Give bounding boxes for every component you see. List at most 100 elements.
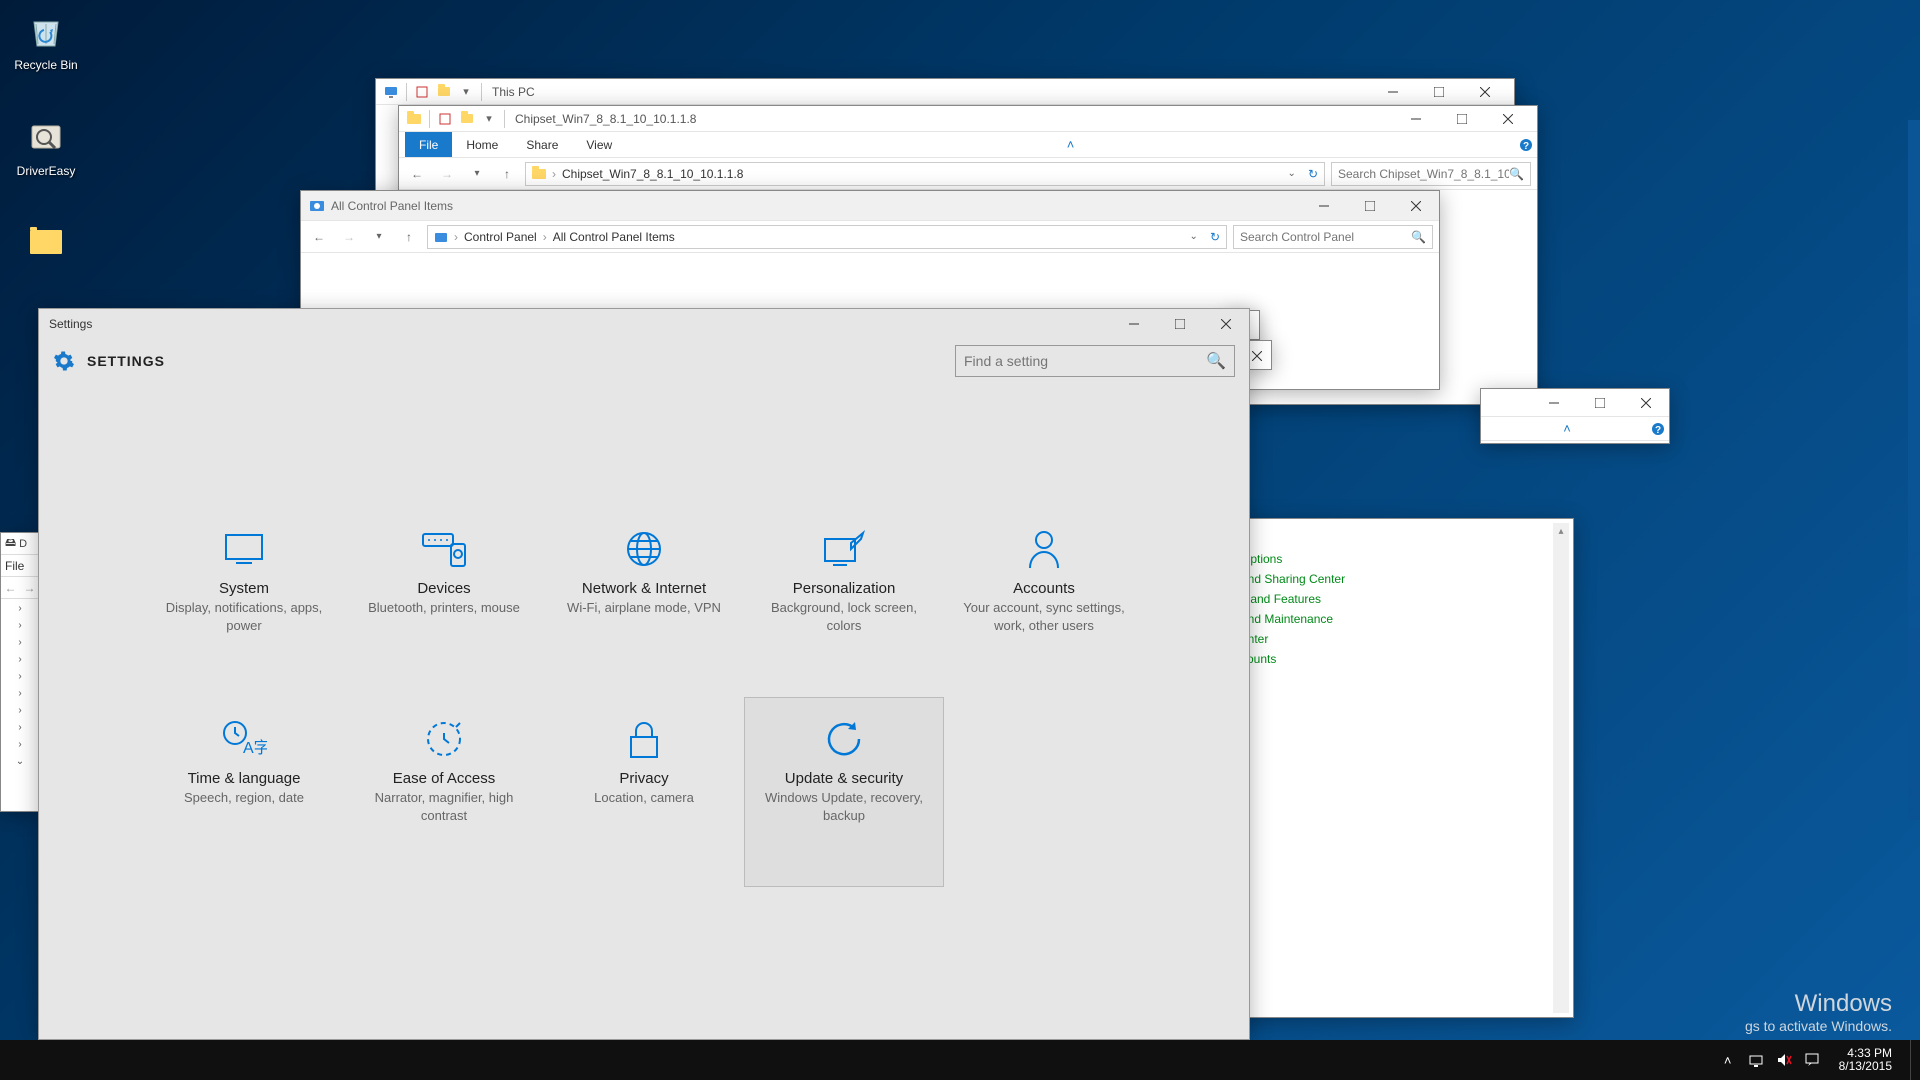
properties-icon[interactable] (413, 83, 431, 101)
tab-file[interactable]: File (405, 132, 452, 157)
maximize-button[interactable] (1347, 191, 1393, 220)
help-icon[interactable]: ? (1515, 132, 1537, 157)
close-button[interactable] (1623, 389, 1669, 416)
tree-expand-icon[interactable]: › (18, 654, 21, 665)
nav-forward-button[interactable]: → (24, 581, 36, 595)
control-panel-item-link[interactable]: enter (1241, 629, 1567, 649)
help-icon[interactable]: ? (1647, 417, 1669, 440)
search-box[interactable]: 🔍 (1233, 225, 1433, 249)
maximize-button[interactable] (1157, 309, 1203, 339)
tree-expand-icon[interactable]: › (18, 739, 21, 750)
control-panel-item-link[interactable]: and Maintenance (1241, 609, 1567, 629)
ribbon-expand-icon[interactable]: ˄ (1556, 417, 1578, 440)
breadcrumb-item[interactable]: Chipset_Win7_8_8.1_10_10.1.1.8 (562, 167, 743, 181)
titlebar[interactable]: All Control Panel Items (301, 191, 1439, 221)
customize-qa-icon[interactable]: ▾ (457, 83, 475, 101)
tree-expand-icon[interactable]: › (18, 603, 21, 614)
tree-expand-icon[interactable]: › (18, 620, 21, 631)
monitor-icon[interactable] (382, 83, 400, 101)
action-center-icon[interactable] (1803, 1051, 1821, 1069)
desktop-icon-drivereasy[interactable]: DriverEasy (8, 112, 84, 178)
volume-icon[interactable] (1775, 1051, 1793, 1069)
control-panel-item-link[interactable]: counts (1241, 649, 1567, 669)
breadcrumb-item[interactable]: Control Panel (464, 230, 537, 244)
close-button[interactable] (1393, 191, 1439, 220)
customize-qa-icon[interactable]: ▾ (480, 110, 498, 128)
maximize-button[interactable] (1416, 79, 1462, 104)
minimize-button[interactable] (1301, 191, 1347, 220)
tree-expand-icon[interactable]: › (18, 688, 21, 699)
breadcrumb-item[interactable]: All Control Panel Items (553, 230, 675, 244)
tree-expand-icon[interactable]: ⌄ (16, 756, 24, 767)
file-menu[interactable]: File (1, 555, 39, 577)
address-dropdown-icon[interactable]: ⌄ (1288, 168, 1296, 179)
explorer-window-leftedge[interactable]: 🖴 D File ←→ ›››››››››⌄ (0, 532, 40, 812)
search-input[interactable] (1338, 167, 1509, 181)
desktop-icon-recycle-bin[interactable]: Recycle Bin (8, 6, 84, 72)
nav-recent-button[interactable]: ▾ (465, 162, 489, 186)
close-button[interactable] (1485, 106, 1531, 131)
search-input[interactable] (1240, 230, 1411, 244)
nav-up-button[interactable]: ↑ (495, 162, 519, 186)
taskbar-clock[interactable]: 4:33 PM 8/13/2015 (1831, 1047, 1900, 1073)
tree-expand-icon[interactable]: › (18, 671, 21, 682)
nav-back-button[interactable]: ← (405, 162, 429, 186)
control-panel-item-link[interactable]: Options (1241, 549, 1567, 569)
minimize-button[interactable] (1111, 309, 1157, 339)
taskbar[interactable]: ˄ 4:33 PM 8/13/2015 (0, 1040, 1920, 1080)
search-icon[interactable]: 🔍 (1509, 167, 1524, 181)
settings-tile-system[interactable]: System Display, notifications, apps, pow… (144, 507, 344, 697)
settings-tile-devices[interactable]: Devices Bluetooth, printers, mouse (344, 507, 544, 697)
close-button[interactable] (1462, 79, 1508, 104)
show-desktop-button[interactable] (1910, 1040, 1916, 1080)
search-icon[interactable]: 🔍 (1411, 230, 1426, 244)
ribbon-expand-icon[interactable]: ˄ (1060, 132, 1082, 157)
maximize-button[interactable] (1577, 389, 1623, 416)
address-bar[interactable]: › Chipset_Win7_8_8.1_10_10.1.1.8 ⌄ ↻ (525, 162, 1325, 186)
address-bar[interactable]: › Control Panel › All Control Panel Item… (427, 225, 1227, 249)
close-button[interactable] (1203, 309, 1249, 339)
nav-up-button[interactable]: ↑ (397, 225, 421, 249)
refresh-icon[interactable]: ↻ (1308, 167, 1318, 181)
properties-icon[interactable] (436, 110, 454, 128)
settings-tile-privacy[interactable]: Privacy Location, camera (544, 697, 744, 887)
network-icon[interactable] (1747, 1051, 1765, 1069)
search-icon[interactable]: 🔍 (1206, 351, 1226, 371)
control-panel-item-link[interactable]: s and Features (1241, 589, 1567, 609)
settings-search-box[interactable]: 🔍 (955, 345, 1235, 377)
tray-overflow-icon[interactable]: ˄ (1719, 1051, 1737, 1069)
address-dropdown-icon[interactable]: ⌄ (1190, 231, 1198, 242)
tab-home[interactable]: Home (452, 132, 512, 157)
settings-tile-network[interactable]: Network & Internet Wi-Fi, airplane mode,… (544, 507, 744, 697)
nav-recent-button[interactable]: ▾ (367, 225, 391, 249)
desktop-icon-folder[interactable] (8, 218, 84, 270)
tree-expand-icon[interactable]: › (18, 637, 21, 648)
control-panel-item-link[interactable]: and Sharing Center (1241, 569, 1567, 589)
nav-back-button[interactable]: ← (5, 581, 17, 595)
folder-icon[interactable] (405, 110, 423, 128)
minimize-button[interactable] (1531, 389, 1577, 416)
settings-tile-accounts[interactable]: Accounts Your account, sync settings, wo… (944, 507, 1144, 697)
settings-window[interactable]: Settings SETTINGS 🔍 System Displ (38, 308, 1250, 1040)
nav-forward-button[interactable]: → (337, 225, 361, 249)
tab-view[interactable]: View (572, 132, 626, 157)
titlebar[interactable]: Settings (39, 309, 1249, 339)
tree-expand-icon[interactable]: › (18, 705, 21, 716)
scrollbar[interactable]: ▴ (1553, 523, 1569, 1013)
tree-expand-icon[interactable]: › (18, 722, 21, 733)
nav-back-button[interactable]: ← (307, 225, 331, 249)
minimize-button[interactable] (1370, 79, 1416, 104)
search-box[interactable]: 🔍 (1331, 162, 1531, 186)
settings-tile-personalization[interactable]: Personalization Background, lock screen,… (744, 507, 944, 697)
nav-forward-button[interactable]: → (435, 162, 459, 186)
new-folder-icon[interactable] (458, 110, 476, 128)
settings-tile-update-security[interactable]: Update & security Windows Update, recove… (744, 697, 944, 887)
maximize-button[interactable] (1439, 106, 1485, 131)
settings-tile-ease-of-access[interactable]: Ease of Access Narrator, magnifier, high… (344, 697, 544, 887)
minimize-button[interactable] (1393, 106, 1439, 131)
explorer-window-fragment[interactable]: ˄ ? (1480, 388, 1670, 444)
tab-share[interactable]: Share (512, 132, 572, 157)
settings-tile-time-language[interactable]: A字 Time & language Speech, region, date (144, 697, 344, 887)
new-folder-icon[interactable] (435, 83, 453, 101)
settings-search-input[interactable] (964, 353, 1206, 369)
